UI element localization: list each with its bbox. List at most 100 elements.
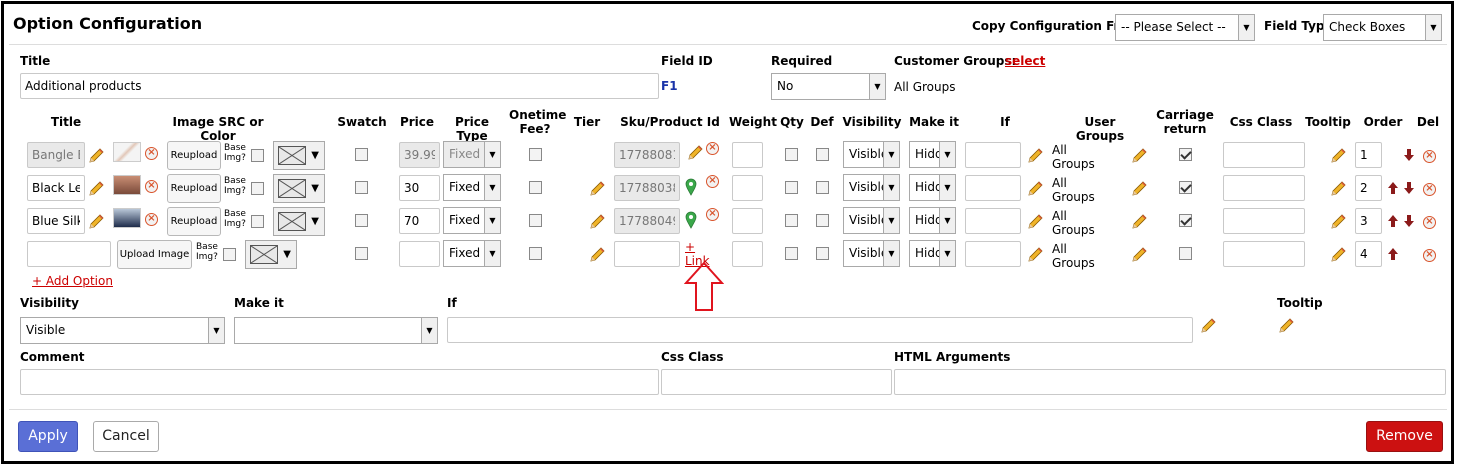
base-img-checkbox[interactable] [223,248,236,261]
delete-icon[interactable]: × [706,142,719,155]
pencil-icon[interactable] [588,180,606,198]
qty-checkbox[interactable] [785,181,798,194]
pencil-icon[interactable] [1026,246,1044,264]
pencil-icon[interactable] [87,180,105,198]
order-input[interactable] [1355,175,1382,201]
delete-icon[interactable]: × [1423,150,1436,163]
arrow-down-icon[interactable] [1404,215,1414,227]
visibility-select[interactable]: Visible ▼ [843,141,900,168]
pencil-icon[interactable] [1130,246,1148,264]
arrow-down-icon[interactable] [1404,149,1414,161]
qty-checkbox[interactable] [785,148,798,161]
qty-checkbox[interactable] [785,214,798,227]
swatch-checkbox[interactable] [355,148,368,161]
make-it-select[interactable]: Hidden ▼ [909,207,956,234]
price-input[interactable] [399,175,440,201]
sku-input[interactable] [614,175,680,201]
make-it-select[interactable]: Hidden ▼ [909,174,956,201]
delete-icon[interactable]: × [1423,216,1436,229]
pencil-icon[interactable] [1277,317,1295,335]
apply-button[interactable]: Apply [18,421,78,452]
reupload-button[interactable]: Reupload [167,141,221,170]
swatch-checkbox[interactable] [355,214,368,227]
pencil-icon[interactable] [1329,180,1347,198]
carriage-return-checkbox[interactable] [1179,148,1192,161]
pencil-icon[interactable] [1199,317,1217,335]
map-pin-icon[interactable] [685,211,697,229]
price-type-select[interactable]: Fixed ▼ [443,207,501,234]
weight-input[interactable] [732,142,763,168]
onetime-fee-checkbox[interactable] [529,148,542,161]
price-input[interactable] [399,142,440,168]
onetime-fee-checkbox[interactable] [529,181,542,194]
arrow-up-icon[interactable] [1388,248,1398,260]
copy-config-select[interactable]: -- Please Select -- ▼ [1115,14,1255,41]
css-class-input[interactable] [1223,175,1305,201]
carriage-return-checkbox[interactable] [1179,214,1192,227]
visibility-select[interactable]: Visible ▼ [843,240,900,267]
onetime-fee-checkbox[interactable] [529,247,542,260]
pencil-icon[interactable] [588,213,606,231]
base-img-checkbox[interactable] [251,215,264,228]
base-img-checkbox[interactable] [251,182,264,195]
css-class-input[interactable] [661,369,892,395]
option-title-input[interactable] [27,208,85,234]
map-pin-icon[interactable] [685,178,697,196]
delete-icon[interactable]: × [145,180,158,193]
make-it-select[interactable]: Hidden ▼ [909,141,956,168]
base-img-checkbox[interactable] [251,149,264,162]
css-class-input[interactable] [1223,208,1305,234]
arrow-down-icon[interactable] [1404,182,1414,194]
html-arguments-input[interactable] [894,369,1446,395]
def-checkbox[interactable] [816,247,829,260]
price-type-select[interactable]: Fixed ▼ [443,174,501,201]
add-option-link[interactable]: + Add Option [32,274,113,288]
weight-input[interactable] [732,175,763,201]
delete-icon[interactable]: × [1423,249,1436,262]
pencil-icon[interactable] [686,144,704,162]
visibility-select[interactable]: Visible ▼ [843,207,900,234]
onetime-fee-checkbox[interactable] [529,214,542,227]
order-input[interactable] [1355,142,1382,168]
reupload-button[interactable]: Reupload [167,174,221,203]
pencil-icon[interactable] [87,147,105,165]
upload-image-button[interactable]: Upload Image [117,240,192,269]
pencil-icon[interactable] [1026,147,1044,165]
option-title-input[interactable] [27,241,111,267]
swatch-checkbox[interactable] [355,181,368,194]
visibility-select[interactable]: Visible ▼ [20,317,225,344]
pencil-icon[interactable] [1026,180,1044,198]
image-color-select[interactable]: ▼ [273,141,325,170]
qty-checkbox[interactable] [785,247,798,260]
option-title-input[interactable] [27,142,85,168]
image-color-select[interactable]: ▼ [273,207,325,236]
customer-groups-select-link[interactable]: select [1005,54,1045,68]
css-class-input[interactable] [1223,142,1305,168]
delete-icon[interactable]: × [145,213,158,226]
price-type-select[interactable]: Fixed ▼ [443,141,501,168]
pencil-icon[interactable] [1329,246,1347,264]
delete-icon[interactable]: × [706,208,719,221]
weight-input[interactable] [732,208,763,234]
delete-icon[interactable]: × [145,147,158,160]
def-checkbox[interactable] [816,148,829,161]
image-color-select[interactable]: ▼ [273,174,325,203]
sku-input[interactable] [614,241,680,267]
required-select[interactable]: No ▼ [771,73,886,100]
arrow-up-icon[interactable] [1388,215,1398,227]
pencil-icon[interactable] [1130,213,1148,231]
title-input[interactable] [20,73,659,99]
price-input[interactable] [399,241,440,267]
pencil-icon[interactable] [1026,213,1044,231]
if-input[interactable] [965,142,1021,168]
make-it-select[interactable]: ▼ [234,317,438,344]
visibility-select[interactable]: Visible ▼ [843,174,900,201]
price-type-select[interactable]: Fixed ▼ [443,240,501,267]
pencil-icon[interactable] [87,213,105,231]
def-checkbox[interactable] [816,214,829,227]
pencil-icon[interactable] [1130,147,1148,165]
order-input[interactable] [1355,208,1382,234]
if-input[interactable] [447,317,1193,343]
order-input[interactable] [1355,241,1382,267]
remove-button[interactable]: Remove [1366,421,1443,452]
